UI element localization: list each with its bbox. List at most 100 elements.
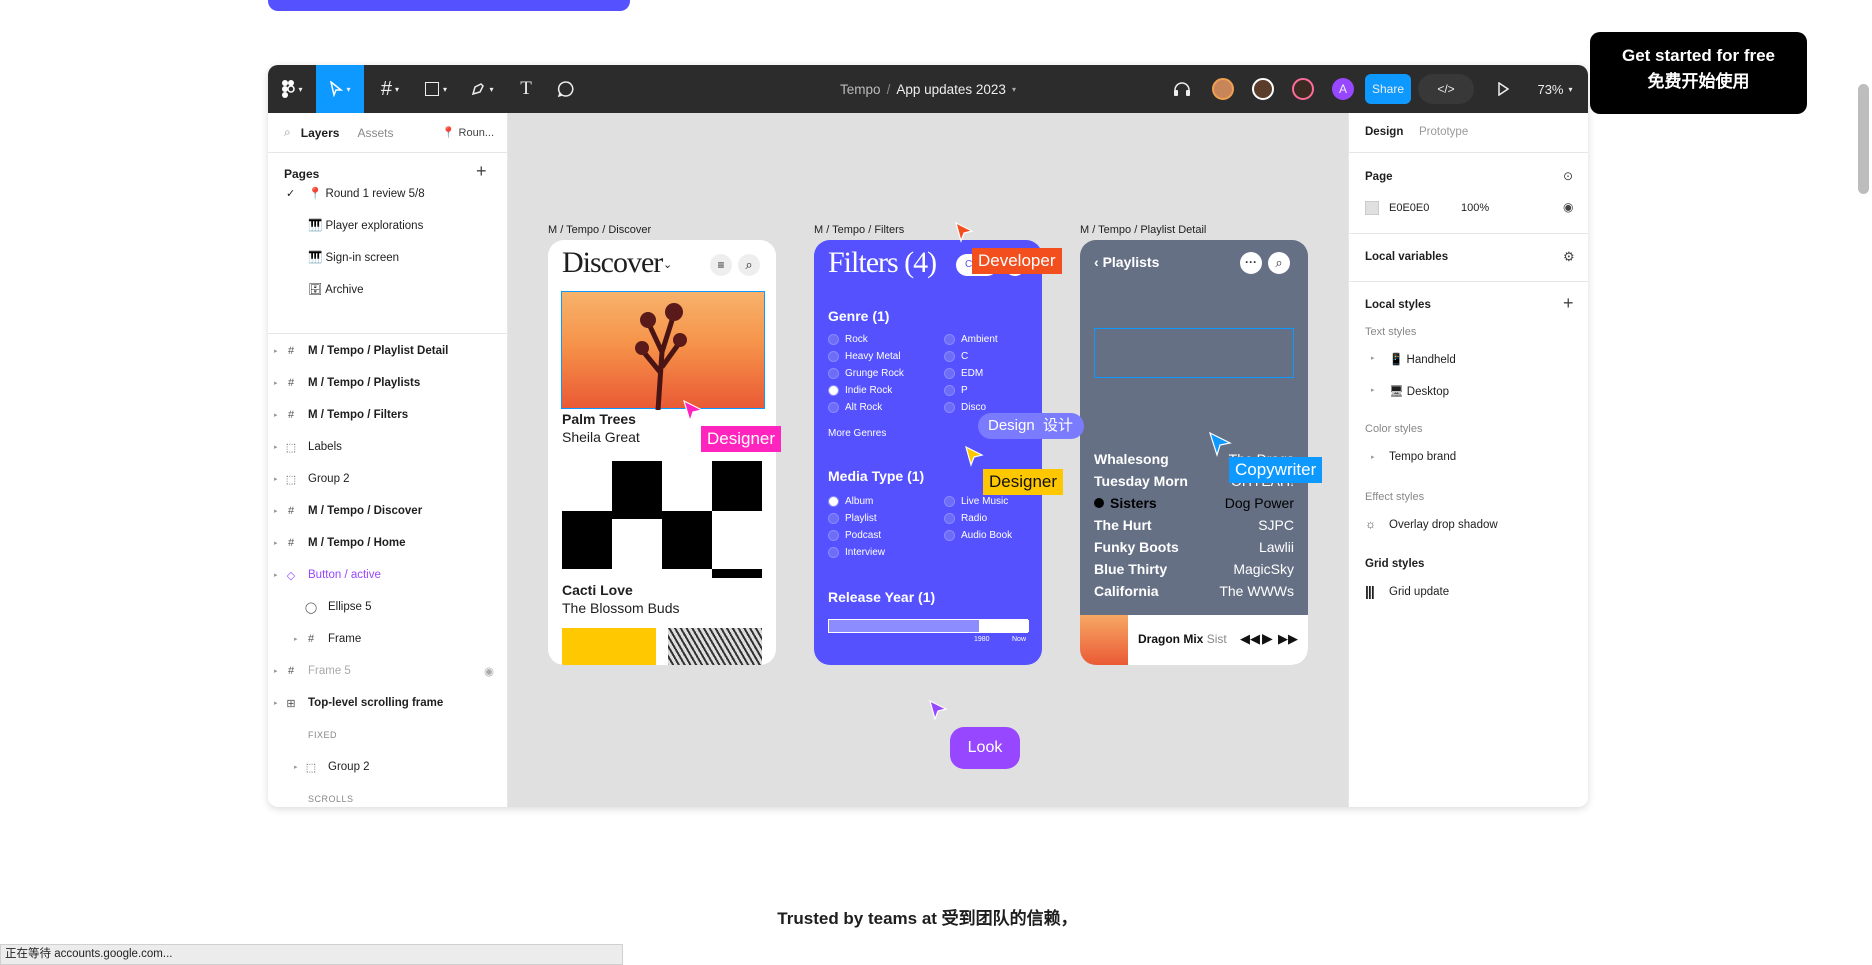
caret-right-icon[interactable]: ▸ [274, 475, 278, 483]
radio-option[interactable]: Ambient [944, 331, 998, 348]
radio-option[interactable]: Interview [828, 544, 885, 561]
tab-design[interactable]: Design [1365, 126, 1403, 138]
radio-option[interactable]: Radio [944, 510, 1012, 527]
variables-icon[interactable]: ⚙ [1563, 249, 1575, 265]
caret-right-icon[interactable]: ▸ [294, 635, 298, 643]
move-tool-icon[interactable]: ▾ [316, 65, 364, 113]
caret-right-icon[interactable]: ▸ [1371, 386, 1375, 394]
layer-item[interactable]: ▸ # M / Tempo / Playlist Detail [268, 335, 508, 367]
dev-mode-toggle[interactable]: </> [1418, 74, 1474, 104]
radio-option[interactable]: Live Music [944, 493, 1012, 510]
page-item[interactable]: 🎹 Sign-in screen [268, 241, 508, 273]
file-name[interactable]: App updates 2023 [896, 82, 1006, 97]
radio-option[interactable]: Podcast [828, 527, 885, 544]
frame-tool-icon[interactable]: # ▾ [370, 65, 410, 113]
page-item[interactable]: ✓ 📍 Round 1 review 5/8 [268, 177, 508, 209]
radio-option[interactable]: Heavy Metal [828, 348, 904, 365]
more-genres-link[interactable]: More Genres [828, 428, 886, 439]
shape-tool-icon[interactable]: ▾ [416, 65, 456, 113]
layer-item[interactable]: ▸ # M / Tempo / Playlists [268, 367, 508, 399]
caret-right-icon[interactable]: ▸ [274, 411, 278, 419]
caret-right-icon[interactable]: ▸ [274, 571, 278, 579]
more-icon[interactable]: ··· [1240, 252, 1262, 274]
playlist-row[interactable]: The Hurt SJPC [1094, 514, 1294, 536]
radio-option[interactable]: Alt Rock [828, 399, 904, 416]
page-scrollbar-thumb[interactable] [1858, 84, 1869, 194]
caret-right-icon[interactable]: ▸ [274, 507, 278, 515]
page-settings-icon[interactable]: ⊙ [1563, 169, 1573, 183]
playlist-row[interactable]: Blue Thirty MagicSky [1094, 558, 1294, 580]
eye-icon[interactable]: ◉ [1563, 200, 1573, 214]
radio-option[interactable]: C [944, 348, 998, 365]
caret-right-icon[interactable]: ▸ [274, 379, 278, 387]
project-name[interactable]: Tempo [840, 82, 881, 97]
layer-item[interactable]: ▸ ⬚ Group 2 [268, 751, 508, 783]
playlist-row[interactable]: California The WWWs [1094, 580, 1294, 602]
radio-option[interactable]: Indie Rock [828, 382, 904, 399]
album-art-bw[interactable] [668, 628, 762, 665]
filter-icon[interactable]: ≡ [710, 254, 732, 276]
page-color-swatch[interactable] [1365, 201, 1379, 215]
tab-layers[interactable]: Layers [301, 126, 340, 140]
frame-label-filters[interactable]: M / Tempo / Filters [814, 224, 904, 236]
avatar[interactable] [1208, 65, 1238, 113]
caret-right-icon[interactable]: ▸ [274, 443, 278, 451]
search-icon[interactable]: ⌕ [284, 125, 291, 140]
frame-label-playlist[interactable]: M / Tempo / Playlist Detail [1080, 224, 1206, 236]
fast-forward-icon[interactable]: ▶▶ [1278, 631, 1298, 647]
text-tool-icon[interactable]: T [508, 65, 544, 113]
tab-assets[interactable]: Assets [357, 126, 393, 140]
pen-tool-icon[interactable]: ▾ [462, 65, 502, 113]
text-style-desktop[interactable]: 🖥 Desktop [1389, 384, 1449, 398]
effect-style-overlay[interactable]: Overlay drop shadow [1389, 519, 1498, 531]
caret-right-icon[interactable]: ▸ [274, 667, 278, 675]
caret-right-icon[interactable]: ▸ [294, 763, 298, 771]
grid-style-update[interactable]: Grid update [1389, 586, 1449, 598]
album-art-palm-trees[interactable] [561, 291, 765, 410]
radio-option[interactable]: P [944, 382, 998, 399]
avatar[interactable] [1288, 65, 1318, 113]
selected-layer[interactable] [1094, 328, 1294, 378]
filters-frame[interactable]: Filters (4) Clear ✕ Genre (1) RockHeavy … [814, 240, 1042, 665]
layer-item[interactable]: ▸ # Frame 5 ◉ [268, 655, 508, 687]
play-icon[interactable]: ▶ [1262, 630, 1273, 647]
layer-item[interactable]: ▸ # Frame [268, 623, 508, 655]
now-playing-bar[interactable]: Dragon Mix Sist ◀◀ ▶ ▶▶ [1080, 615, 1308, 665]
search-icon[interactable]: ⌕ [1268, 252, 1290, 274]
page-item[interactable]: 🗄 Archive [268, 273, 508, 305]
album-art-yellow[interactable] [562, 628, 656, 665]
layer-item[interactable]: ◯ Ellipse 5 [268, 591, 508, 623]
search-icon[interactable]: ⌕ [738, 254, 760, 276]
layer-item[interactable]: ▸ # M / Tempo / Home [268, 527, 508, 559]
page-item[interactable]: 🎹 Player explorations [268, 209, 508, 241]
layer-item[interactable]: ▸ ⬚ Labels [268, 431, 508, 463]
zoom-dropdown[interactable]: 73% ▾ [1530, 65, 1580, 113]
text-style-handheld[interactable]: 📱 Handheld [1389, 352, 1456, 366]
avatar-letter[interactable]: A [1328, 65, 1358, 113]
radio-option[interactable]: EDM [944, 365, 998, 382]
radio-option[interactable]: Album [828, 493, 885, 510]
caret-right-icon[interactable]: ▸ [274, 539, 278, 547]
radio-option[interactable]: Playlist [828, 510, 885, 527]
playlist-frame[interactable]: ‹ Playlists ··· ⌕ WhalesongThe DragsTues… [1080, 240, 1308, 665]
chevron-down-icon[interactable]: ⌄ [663, 258, 672, 271]
layer-item[interactable]: ▸ ◇ Button / active [268, 559, 508, 591]
caret-right-icon[interactable]: ▸ [274, 699, 278, 707]
page-opacity-value[interactable]: 100% [1461, 202, 1489, 214]
frame-label-discover[interactable]: M / Tempo / Discover [548, 224, 651, 236]
comment-tool-icon[interactable] [548, 65, 584, 113]
playlist-row[interactable]: Funky Boots Lawlii [1094, 536, 1294, 558]
figma-menu-icon[interactable]: ▾ [276, 65, 308, 113]
page-picker[interactable]: 📍 Roun... [442, 126, 494, 139]
back-link[interactable]: ‹ Playlists [1094, 254, 1159, 270]
get-started-button[interactable]: Get started for free 免费开始使用 [1590, 32, 1807, 114]
layer-item[interactable]: ▸ # M / Tempo / Filters [268, 399, 508, 431]
chevron-down-icon[interactable]: ▾ [1012, 85, 1016, 94]
eye-icon[interactable]: ◉ [484, 664, 494, 678]
layer-item[interactable]: ▸ ⬚ Group 2 [268, 463, 508, 495]
playlist-row[interactable]: Sisters Dog Power [1094, 492, 1294, 514]
radio-option[interactable]: Rock [828, 331, 904, 348]
caret-right-icon[interactable]: ▸ [1371, 453, 1375, 461]
top-button[interactable] [268, 0, 630, 11]
year-range-slider[interactable] [828, 619, 1029, 633]
